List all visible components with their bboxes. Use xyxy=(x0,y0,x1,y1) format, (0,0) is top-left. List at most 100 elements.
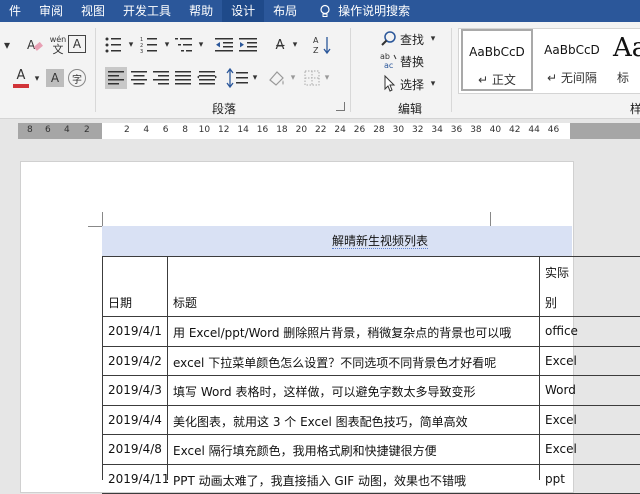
ruler-number: 32 xyxy=(412,125,424,135)
select-cursor-icon[interactable] xyxy=(380,74,398,92)
align-left-icon[interactable] xyxy=(105,67,127,89)
font-color-letter: A xyxy=(16,68,26,83)
character-shading-icon[interactable]: A xyxy=(46,69,64,87)
tab-layout[interactable]: 布局 xyxy=(264,0,306,22)
style-normal[interactable]: AaBbCcD ↵ 正文 xyxy=(461,29,533,91)
multilevel-chevron-icon[interactable]: ▾ xyxy=(196,36,206,54)
tab-help[interactable]: 帮助 xyxy=(180,0,222,22)
numbering-icon[interactable]: 123 xyxy=(140,36,162,54)
ruler-number: 46 xyxy=(547,125,560,135)
row-category[interactable]: Excel xyxy=(545,413,640,427)
ruler-number: 30 xyxy=(392,125,405,135)
table-border xyxy=(102,375,640,376)
ruler-right-margin xyxy=(570,123,640,139)
select-button[interactable]: 选择 xyxy=(400,76,424,93)
line-spacing-icon[interactable] xyxy=(226,67,250,89)
multilevel-list-icon[interactable] xyxy=(174,36,196,54)
ruler-strip xyxy=(18,123,640,139)
find-icon[interactable] xyxy=(380,30,398,48)
style-no-spacing-label: 无间隔 xyxy=(560,71,597,85)
tab-developer[interactable]: 开发工具 xyxy=(114,0,180,22)
replace-icon[interactable]: abac xyxy=(380,51,398,69)
increase-indent-icon[interactable] xyxy=(238,36,260,54)
phonetic-guide-icon[interactable]: wén 文 xyxy=(48,34,68,56)
svg-text:3: 3 xyxy=(140,49,143,54)
sort-icon[interactable]: AZ xyxy=(312,34,332,56)
row-title[interactable]: Excel 隔行填充颜色，我用格式刷和快捷键很方便 xyxy=(173,442,539,459)
tab-review[interactable]: 审阅 xyxy=(30,0,72,22)
table-border xyxy=(539,256,540,480)
style-no-spacing[interactable]: AaBbCcD ↵ 无间隔 xyxy=(535,29,609,91)
tab-view[interactable]: 视图 xyxy=(72,0,114,22)
row-category[interactable]: office xyxy=(545,324,640,338)
row-category[interactable]: Excel xyxy=(545,354,640,368)
align-right-icon[interactable] xyxy=(150,67,172,89)
paragraph-dialog-launcher-icon[interactable] xyxy=(336,102,345,111)
row-title[interactable]: PPT 动画太难了，我直接插入 GIF 动图，效果也不错哦 xyxy=(173,472,539,489)
table-border xyxy=(102,434,640,435)
ruler-number: 28 xyxy=(373,125,385,135)
row-date[interactable]: 2019/4/1 xyxy=(108,324,168,338)
shading-icon[interactable] xyxy=(266,68,288,88)
enclose-characters-icon[interactable]: 字 xyxy=(68,69,86,87)
font-color-button[interactable]: A xyxy=(10,68,32,90)
header-date[interactable]: 日期 xyxy=(108,294,164,311)
character-border-icon[interactable]: A xyxy=(68,35,86,53)
style-no-spacing-name: ↵ 无间隔 xyxy=(547,71,597,85)
borders-chevron-icon[interactable]: ▾ xyxy=(322,69,332,87)
font-color-chevron-icon[interactable]: ▾ xyxy=(32,70,42,88)
editing-group-label: 编辑 xyxy=(398,102,423,116)
find-chevron-icon[interactable]: ▾ xyxy=(428,31,438,47)
shading-chevron-icon[interactable]: ▾ xyxy=(288,69,298,87)
row-title[interactable]: 美化图表，就用这 3 个 Excel 图表配色技巧，简单高效 xyxy=(173,413,539,430)
style-heading[interactable]: Aa 标 xyxy=(609,29,640,91)
ruler-number: 6 xyxy=(162,125,169,135)
table-border xyxy=(102,256,640,257)
decrease-indent-icon[interactable] xyxy=(214,36,236,54)
svg-text:ac: ac xyxy=(384,61,393,69)
row-title[interactable]: excel 下拉菜单颜色怎么设置？不同选项不同背景色才好看呢 xyxy=(173,354,539,371)
group-separator xyxy=(350,28,351,112)
table-border xyxy=(102,404,640,406)
header-category-continued[interactable]: 别 xyxy=(545,294,640,311)
bullets-chevron-icon[interactable]: ▾ xyxy=(126,36,136,54)
bullets-icon[interactable] xyxy=(104,36,126,54)
svg-text:A: A xyxy=(27,38,36,52)
row-title[interactable]: 填写 Word 表格时，这样做，可以避免字数太多导致变形 xyxy=(173,383,539,400)
align-center-icon[interactable] xyxy=(128,67,150,89)
menu-bar: 件 审阅 视图 开发工具 帮助 设计 布局 操作说明搜索 xyxy=(0,0,640,22)
row-category[interactable]: Word xyxy=(545,383,640,397)
row-date[interactable]: 2019/4/11 xyxy=(108,472,168,486)
tab-file[interactable]: 件 xyxy=(0,0,30,22)
row-category[interactable]: Excel xyxy=(545,442,640,456)
select-chevron-icon[interactable]: ▾ xyxy=(428,76,438,92)
find-button[interactable]: 查找 xyxy=(400,31,424,48)
row-category[interactable]: ppt xyxy=(545,472,640,486)
justify-icon[interactable] xyxy=(172,67,194,89)
row-date[interactable]: 2019/4/2 xyxy=(108,354,168,368)
borders-icon[interactable] xyxy=(302,68,322,88)
ruler-number: 2 xyxy=(124,125,130,135)
style-normal-sample: AaBbCcD xyxy=(469,45,525,59)
asian-layout-icon[interactable]: A̶ xyxy=(268,35,292,55)
header-title[interactable]: 标题 xyxy=(173,294,533,311)
numbering-chevron-icon[interactable]: ▾ xyxy=(162,36,172,54)
row-date[interactable]: 2019/4/3 xyxy=(108,383,168,397)
row-date[interactable]: 2019/4/8 xyxy=(108,442,168,456)
tell-me-search[interactable]: 操作说明搜索 xyxy=(338,0,419,22)
header-category[interactable]: 实际 xyxy=(545,264,640,281)
line-spacing-chevron-icon[interactable]: ▾ xyxy=(250,69,260,87)
row-date[interactable]: 2019/4/4 xyxy=(108,413,168,427)
row-title[interactable]: 用 Excel/ppt/Word 删除照片背景，稍微复杂点的背景也可以哦 xyxy=(173,324,539,341)
styles-gallery: AaBbCcD ↵ 正文 AaBbCcD ↵ 无间隔 Aa 标 xyxy=(458,28,640,94)
tab-design[interactable]: 设计 xyxy=(222,0,265,22)
font-dropdown-chevron-icon[interactable]: ▾ xyxy=(0,36,14,54)
svg-text:Z: Z xyxy=(313,46,319,55)
crop-mark-top-left xyxy=(88,212,103,227)
horizontal-ruler[interactable]: 8 6 4 2 2 4 6 8 10 12 14 16 18 20 22 24 26 28 30 32 34 36 38 40… xyxy=(0,119,640,143)
clear-formatting-icon[interactable]: A xyxy=(24,34,46,56)
distributed-icon[interactable] xyxy=(196,67,218,89)
asian-layout-chevron-icon[interactable]: ▾ xyxy=(290,36,300,54)
ruler-number: 10 xyxy=(198,125,211,135)
replace-button[interactable]: 替换 xyxy=(400,53,424,70)
